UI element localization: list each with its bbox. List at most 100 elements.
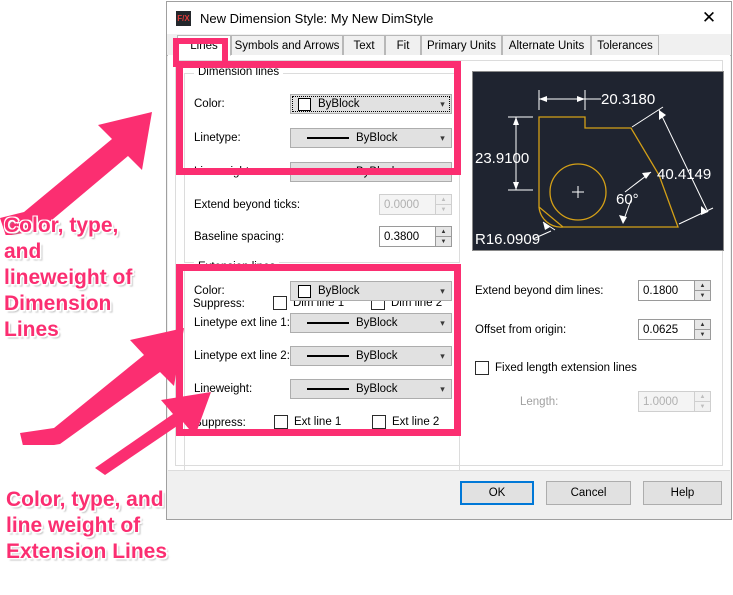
stepper-buttons[interactable]: ▲ ▼ bbox=[435, 194, 452, 215]
offset-from-origin-label: Offset from origin: bbox=[475, 324, 567, 336]
dimension-style-preview: 20.3180 23.9100 40.4149 60° R16.0909 bbox=[472, 71, 724, 251]
dimension-lineweight-combo[interactable]: ByBlock ▾ bbox=[290, 162, 452, 182]
extend-beyond-ticks-value[interactable]: 0.0000 bbox=[379, 194, 435, 215]
extension-linetype-1-combo[interactable]: ByBlock ▾ bbox=[290, 313, 452, 333]
extension-linetype-1-value: ByBlock bbox=[356, 317, 398, 329]
suppress-ext-line-1-checkbox[interactable]: Ext line 1 bbox=[274, 415, 341, 429]
cancel-button[interactable]: Cancel bbox=[546, 481, 631, 505]
extension-linetype-2-label: Linetype ext line 2: bbox=[194, 350, 290, 362]
ok-button[interactable]: OK bbox=[460, 481, 534, 505]
chevron-down-icon[interactable]: ▾ bbox=[434, 95, 451, 113]
chevron-down-icon[interactable]: ▾ bbox=[434, 163, 451, 181]
arrow-icon bbox=[513, 117, 519, 125]
stepper-up-icon[interactable]: ▲ bbox=[435, 226, 452, 236]
extension-lineweight-combo[interactable]: ByBlock ▾ bbox=[290, 379, 452, 399]
tab-tolerances[interactable]: Tolerances bbox=[591, 35, 659, 55]
length-label: Length: bbox=[520, 396, 559, 408]
tab-label: Text bbox=[353, 39, 375, 52]
preview-dim-angle: 60° bbox=[616, 191, 639, 208]
dimension-color-value: ByBlock bbox=[318, 98, 360, 110]
baseline-spacing-value[interactable]: 0.3800 bbox=[379, 226, 435, 247]
extend-beyond-ticks-stepper[interactable]: 0.0000 ▲ ▼ bbox=[379, 194, 452, 215]
arrow-icon bbox=[659, 110, 666, 120]
preview-dim-radius: R16.0909 bbox=[475, 231, 540, 248]
annotation-dimension-lines: Color, type, and lineweight of Dimension… bbox=[4, 214, 133, 341]
stepper-buttons[interactable]: ▲ ▼ bbox=[694, 280, 711, 301]
extension-color-value: ByBlock bbox=[318, 285, 360, 297]
stepper-up-icon[interactable]: ▲ bbox=[694, 280, 711, 290]
extend-beyond-dim-lines-value[interactable]: 0.1800 bbox=[638, 280, 694, 301]
extension-linetype-2-value: ByBlock bbox=[356, 350, 398, 362]
extension-lines-group: Extension lines Color: ByBlock ▾ Linetyp… bbox=[184, 261, 460, 479]
checkbox-icon bbox=[372, 415, 386, 429]
dimension-color-combo[interactable]: ByBlock ▾ bbox=[290, 94, 452, 114]
dimension-color-label: Color: bbox=[194, 98, 225, 110]
stepper-up-icon[interactable]: ▲ bbox=[694, 319, 711, 329]
screenshot-root: F/X New Dimension Style: My New DimStyle… bbox=[0, 0, 733, 595]
chevron-down-icon[interactable]: ▾ bbox=[434, 380, 451, 398]
linetype-preview-icon bbox=[307, 322, 349, 324]
tab-strip: Lines Symbols and Arrows Text Fit Primar… bbox=[167, 34, 731, 56]
dimension-linetype-combo[interactable]: ByBlock ▾ bbox=[290, 128, 452, 148]
tab-alternate-units[interactable]: Alternate Units bbox=[502, 35, 591, 55]
linetype-preview-icon bbox=[307, 137, 349, 139]
chevron-down-icon[interactable]: ▾ bbox=[434, 314, 451, 332]
tab-lines[interactable]: Lines bbox=[177, 35, 231, 56]
baseline-spacing-stepper[interactable]: 0.3800 ▲ ▼ bbox=[379, 226, 452, 247]
linetype-preview-icon bbox=[307, 355, 349, 357]
stepper-down-icon[interactable]: ▼ bbox=[694, 329, 711, 340]
tab-panel-inner: Dimension lines Color: ByBlock ▾ Linetyp… bbox=[175, 60, 724, 479]
length-value[interactable]: 1.0000 bbox=[638, 391, 694, 412]
extension-suppress-label: Suppress: bbox=[194, 417, 246, 429]
stepper-buttons[interactable]: ▲ ▼ bbox=[435, 226, 452, 247]
stepper-down-icon[interactable]: ▼ bbox=[694, 290, 711, 301]
window-title: New Dimension Style: My New DimStyle bbox=[200, 10, 434, 26]
dimension-lineweight-value: ByBlock bbox=[356, 166, 398, 178]
dimension-lines-group-title: Dimension lines bbox=[194, 66, 284, 78]
extension-linetype-2-combo[interactable]: ByBlock ▾ bbox=[290, 346, 452, 366]
tab-primary-units[interactable]: Primary Units bbox=[421, 35, 502, 55]
arrow-icon bbox=[619, 215, 627, 224]
length-stepper[interactable]: 1.0000 ▲ ▼ bbox=[638, 391, 711, 412]
dimension-lineweight-label: Lineweight: bbox=[194, 166, 253, 178]
stepper-buttons[interactable]: ▲ ▼ bbox=[694, 391, 711, 412]
offset-from-origin-value[interactable]: 0.0625 bbox=[638, 319, 694, 340]
extend-beyond-dim-lines-stepper[interactable]: 0.1800 ▲ ▼ bbox=[638, 280, 711, 301]
arrow-icon bbox=[513, 182, 519, 190]
preview-drawing: 20.3180 23.9100 40.4149 60° R16.0909 bbox=[475, 90, 714, 248]
tab-text[interactable]: Text bbox=[343, 35, 385, 55]
preview-dim-top: 20.3180 bbox=[601, 91, 655, 108]
checkbox-icon bbox=[274, 415, 288, 429]
offset-from-origin-stepper[interactable]: 0.0625 ▲ ▼ bbox=[638, 319, 711, 340]
tab-label: Tolerances bbox=[597, 39, 653, 52]
title-bar: F/X New Dimension Style: My New DimStyle… bbox=[167, 2, 731, 34]
help-button[interactable]: Help bbox=[643, 481, 722, 505]
dimension-lines-group: Dimension lines Color: ByBlock ▾ Linetyp… bbox=[184, 66, 460, 263]
stepper-up-icon[interactable]: ▲ bbox=[435, 194, 452, 204]
close-icon[interactable]: ✕ bbox=[687, 3, 731, 34]
stepper-down-icon[interactable]: ▼ bbox=[694, 401, 711, 412]
tab-panel-lines: Dimension lines Color: ByBlock ▾ Linetyp… bbox=[168, 55, 730, 479]
stepper-down-icon[interactable]: ▼ bbox=[435, 236, 452, 247]
chevron-down-icon[interactable]: ▾ bbox=[434, 129, 451, 147]
stepper-up-icon[interactable]: ▲ bbox=[694, 391, 711, 401]
tab-fit[interactable]: Fit bbox=[385, 35, 421, 55]
extension-lineweight-value: ByBlock bbox=[356, 383, 398, 395]
fixed-length-extension-lines-checkbox[interactable]: Fixed length extension lines bbox=[475, 361, 637, 375]
extension-lineweight-label: Lineweight: bbox=[194, 383, 253, 395]
suppress-ext-line-1-label: Ext line 1 bbox=[294, 416, 342, 428]
chevron-down-icon[interactable]: ▾ bbox=[434, 282, 451, 300]
stepper-buttons[interactable]: ▲ ▼ bbox=[694, 319, 711, 340]
extension-color-combo[interactable]: ByBlock ▾ bbox=[290, 281, 452, 301]
tab-label: Fit bbox=[396, 39, 410, 52]
center-mark bbox=[572, 186, 584, 198]
suppress-ext-line-2-checkbox[interactable]: Ext line 2 bbox=[372, 415, 439, 429]
lineweight-preview-icon bbox=[307, 388, 349, 390]
tab-symbols-and-arrows[interactable]: Symbols and Arrows bbox=[231, 35, 343, 55]
new-dimension-style-dialog: F/X New Dimension Style: My New DimStyle… bbox=[166, 1, 732, 520]
tab-label: Primary Units bbox=[426, 39, 496, 52]
chevron-down-icon[interactable]: ▾ bbox=[434, 347, 451, 365]
extend-beyond-dim-lines-label: Extend beyond dim lines: bbox=[475, 285, 604, 297]
stepper-down-icon[interactable]: ▼ bbox=[435, 204, 452, 215]
extend-beyond-ticks-label: Extend beyond ticks: bbox=[194, 199, 301, 211]
